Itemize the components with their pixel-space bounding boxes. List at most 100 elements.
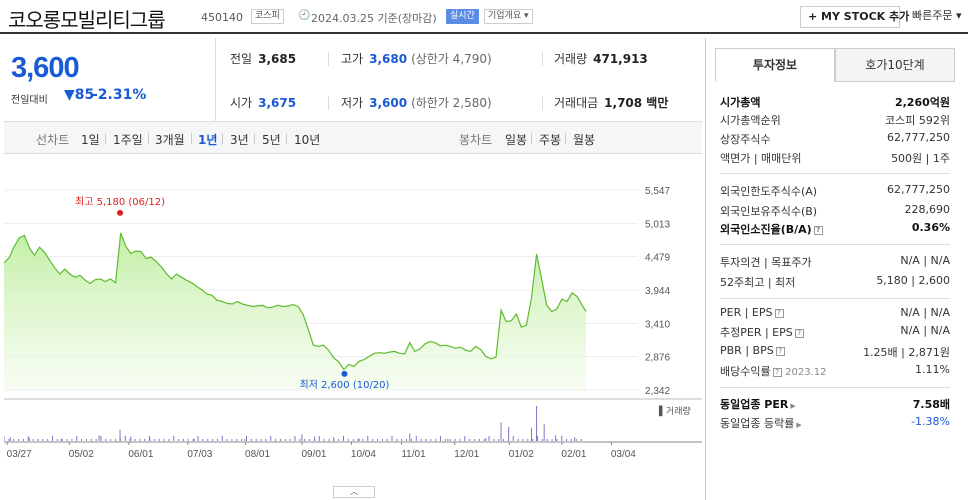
realtime-button[interactable]: 실시간: [446, 9, 479, 24]
info-label: PBR | BPS?: [720, 344, 785, 357]
period-1w[interactable]: 1주일: [113, 131, 143, 148]
divider: [191, 133, 192, 144]
divider: [222, 133, 223, 144]
info-label-text: 배당수익률: [720, 365, 771, 378]
info-value: 7.58배: [912, 398, 950, 411]
candle-weekly[interactable]: 주봉: [539, 131, 561, 148]
period-5y[interactable]: 5년: [262, 131, 281, 148]
divider: [720, 387, 950, 388]
help-icon[interactable]: ?: [794, 329, 804, 338]
stat-label: 시가: [230, 96, 253, 110]
stat-sub: (상한가 4,790): [411, 52, 492, 66]
info-market-cap: 시가총액 2,260억원: [720, 94, 950, 110]
tab-order-book[interactable]: 호가10단계: [835, 48, 955, 82]
volume-label: ▌거래량: [658, 405, 691, 417]
help-icon[interactable]: ?: [774, 309, 784, 318]
info-value: 2,260억원: [894, 96, 950, 109]
help-icon[interactable]: ?: [813, 226, 823, 235]
price-chart[interactable]: 5,547 5,013 4,479 3,944 3,410 2,876 2,342 최고 5,…: [4, 154, 702, 490]
info-value: -1.38%: [911, 415, 950, 428]
collapse-chart-button[interactable]: ︿: [333, 486, 375, 498]
x-tick-label: 08/01: [245, 449, 270, 460]
base-date: 2024.03.25 기준(장마감): [311, 12, 437, 25]
stock-header: 코오롱모빌리티그룹 450140 코스피 🕘 2024.03.25 기준(장마감…: [0, 0, 968, 34]
add-my-stock-button[interactable]: + MY STOCK 추가: [800, 6, 909, 28]
info-label: 액면가 | 매매단위: [720, 152, 802, 165]
stat-label: 거래대금: [554, 96, 599, 110]
info-value: 62,777,250: [887, 131, 950, 144]
y-tick-label: 5,013: [645, 219, 670, 230]
stat-value: 3,680: [369, 52, 408, 66]
info-industry-rate: 동일업종 등락률 ▶ -1.38%: [720, 415, 950, 431]
info-value: 코스피 592위: [885, 114, 950, 127]
info-value: 5,180 | 2,600: [876, 274, 950, 287]
current-price: 3,600: [11, 52, 80, 84]
divider: [148, 133, 149, 144]
company-overview-dropdown[interactable]: 기업개요 ▾: [484, 9, 533, 24]
x-tick-label: 03/04: [611, 449, 636, 460]
arrow-right-icon: ▶: [796, 421, 802, 429]
info-tabs: 투자정보 호가10단계: [715, 48, 955, 82]
info-est-per-eps: 추정PER | EPS? N/A | N/A: [720, 324, 950, 340]
info-label-text: 동일업종 PER: [720, 398, 789, 411]
info-value: 1.11%: [915, 363, 950, 376]
divider: [720, 298, 950, 299]
stock-code: 450140: [201, 11, 243, 24]
diff-percent: -2.31%: [92, 87, 147, 103]
arrow-right-icon: ▶: [790, 402, 796, 410]
x-tick-label: 01/02: [509, 449, 534, 460]
stat-label: 저가: [341, 96, 364, 110]
info-foreign-ratio: 외국인소진율(B/A)? 0.36%: [720, 221, 950, 237]
chart-period-bar: 선차트 1일 1주일 3개월 1년 3년 5년 10년 봉차트 일봉 주봉 월봉: [4, 121, 702, 154]
info-label[interactable]: 동일업종 등락률 ▶: [720, 415, 802, 431]
info-value: N/A | N/A: [900, 254, 950, 267]
candle-daily[interactable]: 일봉: [505, 131, 527, 148]
divider: [328, 52, 329, 66]
info-foreign-limit: 외국인한도주식수(A) 62,777,250: [720, 183, 950, 199]
y-tick-label: 3,944: [645, 286, 670, 297]
tab-investment-info[interactable]: 투자정보: [715, 48, 835, 82]
help-icon[interactable]: ?: [772, 368, 782, 377]
max-marker: [117, 209, 124, 216]
stat-label: 전일: [230, 52, 253, 66]
info-pbr-bps: PBR | BPS? 1.25배 | 2,871원: [720, 344, 950, 360]
line-chart-label: 선차트: [36, 133, 70, 147]
info-label: 투자의견 | 목표주가: [720, 256, 812, 269]
info-value: N/A | N/A: [900, 324, 950, 337]
divider: [286, 133, 287, 144]
stat-open: 시가 3,675: [230, 94, 296, 111]
period-3m[interactable]: 3개월: [155, 131, 185, 148]
quick-order-button[interactable]: 빠른주문 ▾: [912, 6, 962, 28]
info-label: 상장주식수: [720, 133, 771, 146]
stat-value: 3,675: [258, 96, 297, 110]
market-tag: 코스피: [251, 9, 284, 24]
stat-high: 고가 3,680 (상한가 4,790): [341, 50, 492, 67]
price-summary: 3,600 전일대비 ▼85 -2.31%: [4, 38, 216, 121]
candle-monthly[interactable]: 월봉: [573, 131, 595, 148]
y-tick-label: 2,876: [645, 353, 670, 364]
info-value: 228,690: [904, 203, 951, 216]
info-opinion: 투자의견 | 목표주가 N/A | N/A: [720, 254, 950, 270]
period-3y[interactable]: 3년: [230, 131, 249, 148]
info-value: 0.36%: [911, 221, 950, 234]
help-icon[interactable]: ?: [775, 347, 785, 356]
info-value: 62,777,250: [887, 183, 950, 196]
divider: [328, 96, 329, 110]
info-52week: 52주최고 | 최저 5,180 | 2,600: [720, 274, 950, 290]
x-tick-label: 10/04: [351, 449, 376, 460]
company-name[interactable]: 코오롱모빌리티그룹: [8, 4, 166, 33]
period-10y[interactable]: 10년: [294, 131, 320, 148]
x-tick-label: 05/02: [69, 449, 94, 460]
info-label: 52주최고 | 최저: [720, 276, 796, 289]
period-1y[interactable]: 1년: [198, 131, 217, 148]
max-annotation: 최고 5,180 (06/12): [75, 196, 165, 208]
x-tick-label: 11/01: [401, 449, 426, 460]
stat-trade-value: 거래대금 1,708 백만: [554, 94, 668, 111]
info-label: 외국인보유주식수(B): [720, 205, 818, 218]
x-tick-label: 07/03: [187, 449, 212, 460]
y-tick-label: 5,547: [645, 186, 670, 197]
period-1d[interactable]: 1일: [81, 131, 100, 148]
info-label[interactable]: 동일업종 PER ▶: [720, 396, 796, 412]
x-tick-label: 12/01: [454, 449, 479, 460]
info-label: 외국인소진율(B/A)?: [720, 221, 823, 237]
